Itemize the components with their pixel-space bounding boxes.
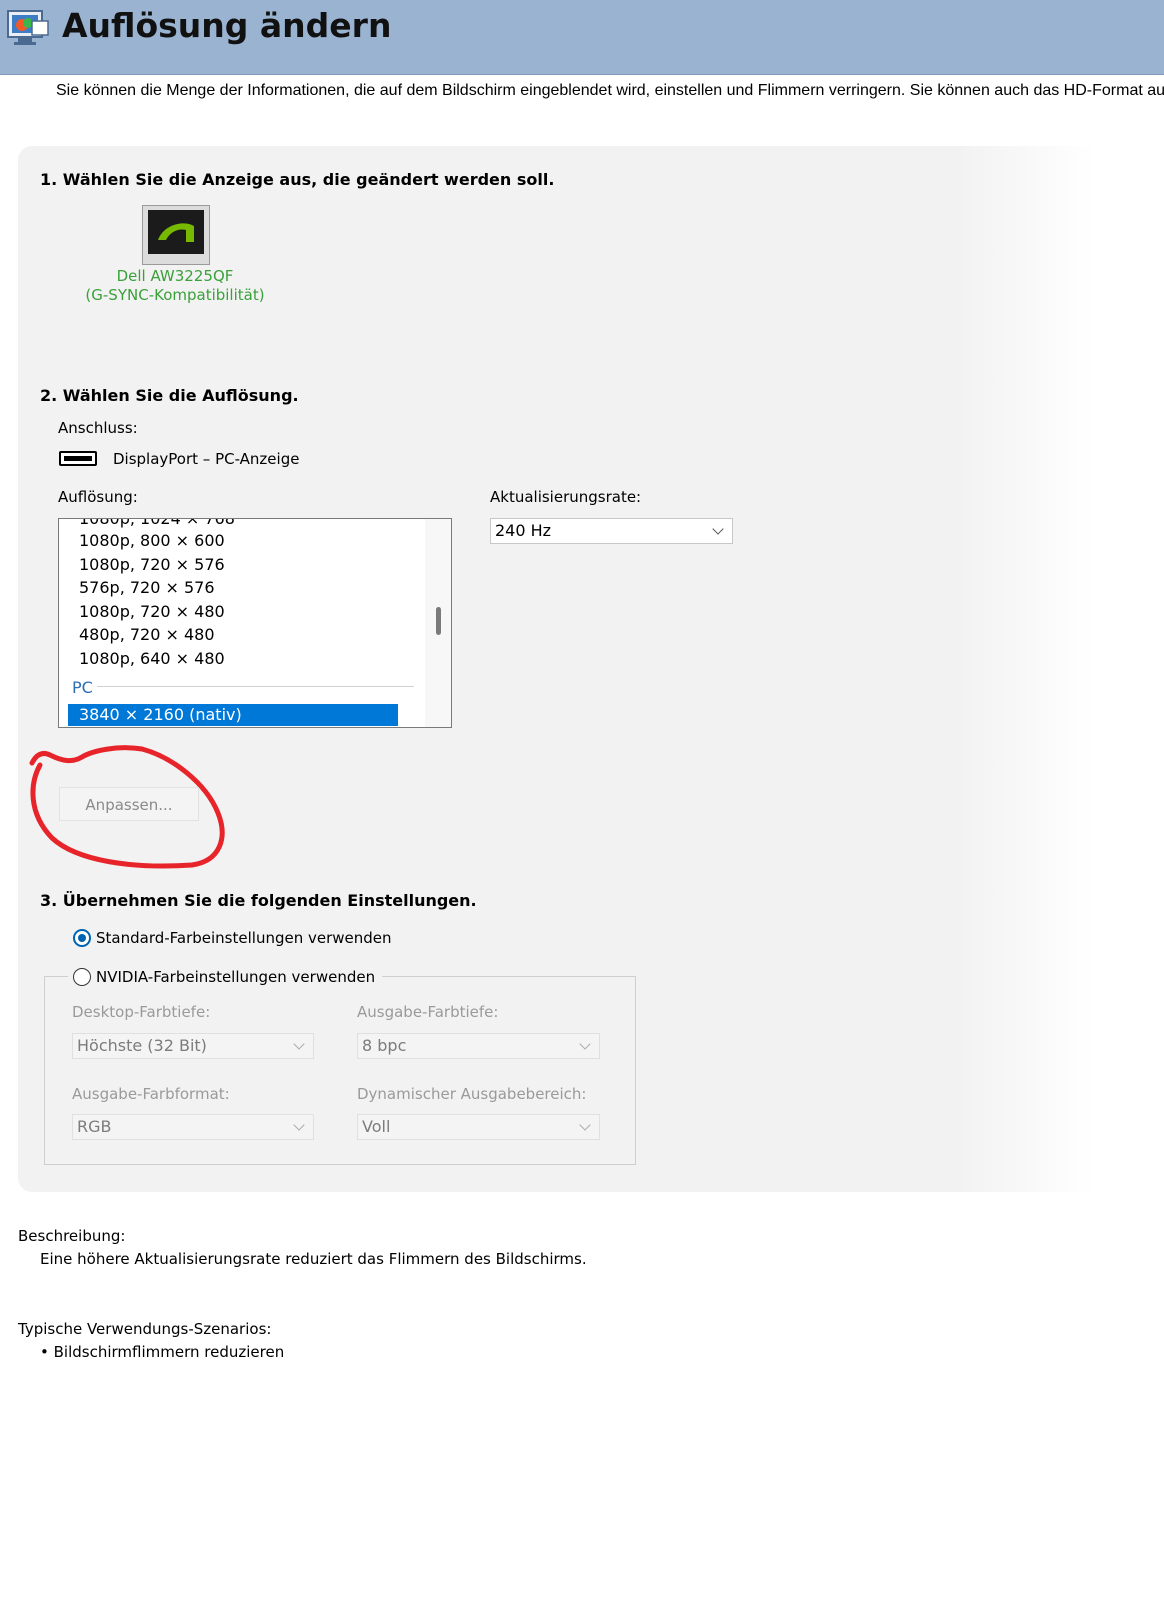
connection-value: DisplayPort – PC-Anzeige xyxy=(113,450,300,468)
list-item[interactable]: 480p, 720 × 480 xyxy=(79,625,215,644)
list-item[interactable]: 1080p, 640 × 480 xyxy=(79,649,225,668)
radio-nvidia-colors[interactable] xyxy=(73,968,91,986)
step1-heading: 1. Wählen Sie die Anzeige aus, die geänd… xyxy=(40,170,555,189)
chevron-down-icon xyxy=(579,1038,591,1050)
resolution-list[interactable]: 1080p, 1024 × 768 1080p, 800 × 600 1080p… xyxy=(58,518,452,728)
list-item[interactable]: 1080p, 800 × 600 xyxy=(79,531,225,550)
output-format-label: Ausgabe-Farbformat: xyxy=(72,1085,230,1103)
list-item[interactable]: 576p, 720 × 576 xyxy=(79,578,215,597)
description-text: Eine höhere Aktualisierungsrate reduzier… xyxy=(40,1250,587,1268)
chevron-down-icon xyxy=(293,1038,305,1050)
list-item[interactable]: 1080p, 1024 × 768 xyxy=(79,519,235,528)
monitor-subtitle: (G-SYNC-Kompatibilität) xyxy=(85,286,265,304)
step2-heading: 2. Wählen Sie die Auflösung. xyxy=(40,386,299,405)
refresh-rate-label: Aktualisierungsrate: xyxy=(490,488,642,506)
display-settings-icon xyxy=(7,10,49,45)
displayport-icon xyxy=(59,451,97,466)
output-format-dropdown[interactable]: RGB xyxy=(72,1114,314,1140)
list-item-selected[interactable]: 3840 × 2160 (nativ) xyxy=(68,704,398,726)
refresh-rate-value: 240 Hz xyxy=(495,521,552,540)
scenario-item: • Bildschirmflimmern reduzieren xyxy=(40,1343,285,1361)
output-depth-value: 8 bpc xyxy=(362,1036,407,1055)
list-item[interactable]: 1080p, 720 × 576 xyxy=(79,555,225,574)
dynamic-range-value: Voll xyxy=(362,1117,391,1136)
monitor-selector[interactable] xyxy=(142,205,210,265)
list-scrollbar[interactable] xyxy=(425,519,451,727)
list-group-pc: PC xyxy=(72,678,93,697)
intro-text: Sie können die Menge der Informationen, … xyxy=(56,82,1164,99)
chevron-down-icon xyxy=(293,1119,305,1131)
desktop-depth-value: Höchste (32 Bit) xyxy=(77,1036,207,1055)
chevron-down-icon xyxy=(712,523,724,535)
radio-nvidia-label[interactable]: NVIDIA-Farbeinstellungen verwenden xyxy=(96,968,375,986)
radio-default-label[interactable]: Standard-Farbeinstellungen verwenden xyxy=(96,929,392,947)
dynamic-range-dropdown[interactable]: Voll xyxy=(357,1114,600,1140)
monitor-icon xyxy=(148,210,204,254)
description-label: Beschreibung: xyxy=(18,1227,126,1245)
list-item[interactable]: 1080p, 720 × 480 xyxy=(79,602,225,621)
output-depth-dropdown[interactable]: 8 bpc xyxy=(357,1033,600,1059)
monitor-label[interactable]: Dell AW3225QF (G-SYNC-Kompatibilität) xyxy=(80,267,270,305)
monitor-name: Dell AW3225QF xyxy=(116,267,234,285)
refresh-rate-dropdown[interactable]: 240 Hz xyxy=(490,518,733,544)
step3-heading: 3. Übernehmen Sie die folgenden Einstell… xyxy=(40,891,477,910)
output-depth-label: Ausgabe-Farbtiefe: xyxy=(357,1003,499,1021)
radio-default-colors[interactable] xyxy=(73,929,91,947)
resolution-label: Auflösung: xyxy=(58,488,138,506)
dynamic-range-label: Dynamischer Ausgabebereich: xyxy=(357,1085,587,1103)
scenarios-label: Typische Verwendungs-Szenarios: xyxy=(18,1320,272,1338)
output-format-value: RGB xyxy=(77,1117,112,1136)
group-divider xyxy=(97,686,414,687)
scrollbar-thumb[interactable] xyxy=(436,607,441,635)
customize-button[interactable]: Anpassen... xyxy=(59,787,199,821)
desktop-depth-dropdown[interactable]: Höchste (32 Bit) xyxy=(72,1033,314,1059)
desktop-depth-label: Desktop-Farbtiefe: xyxy=(72,1003,211,1021)
nvidia-logo-icon xyxy=(148,210,204,254)
chevron-down-icon xyxy=(579,1119,591,1131)
page-title: Auflösung ändern xyxy=(62,6,392,45)
connection-label: Anschluss: xyxy=(58,419,138,437)
